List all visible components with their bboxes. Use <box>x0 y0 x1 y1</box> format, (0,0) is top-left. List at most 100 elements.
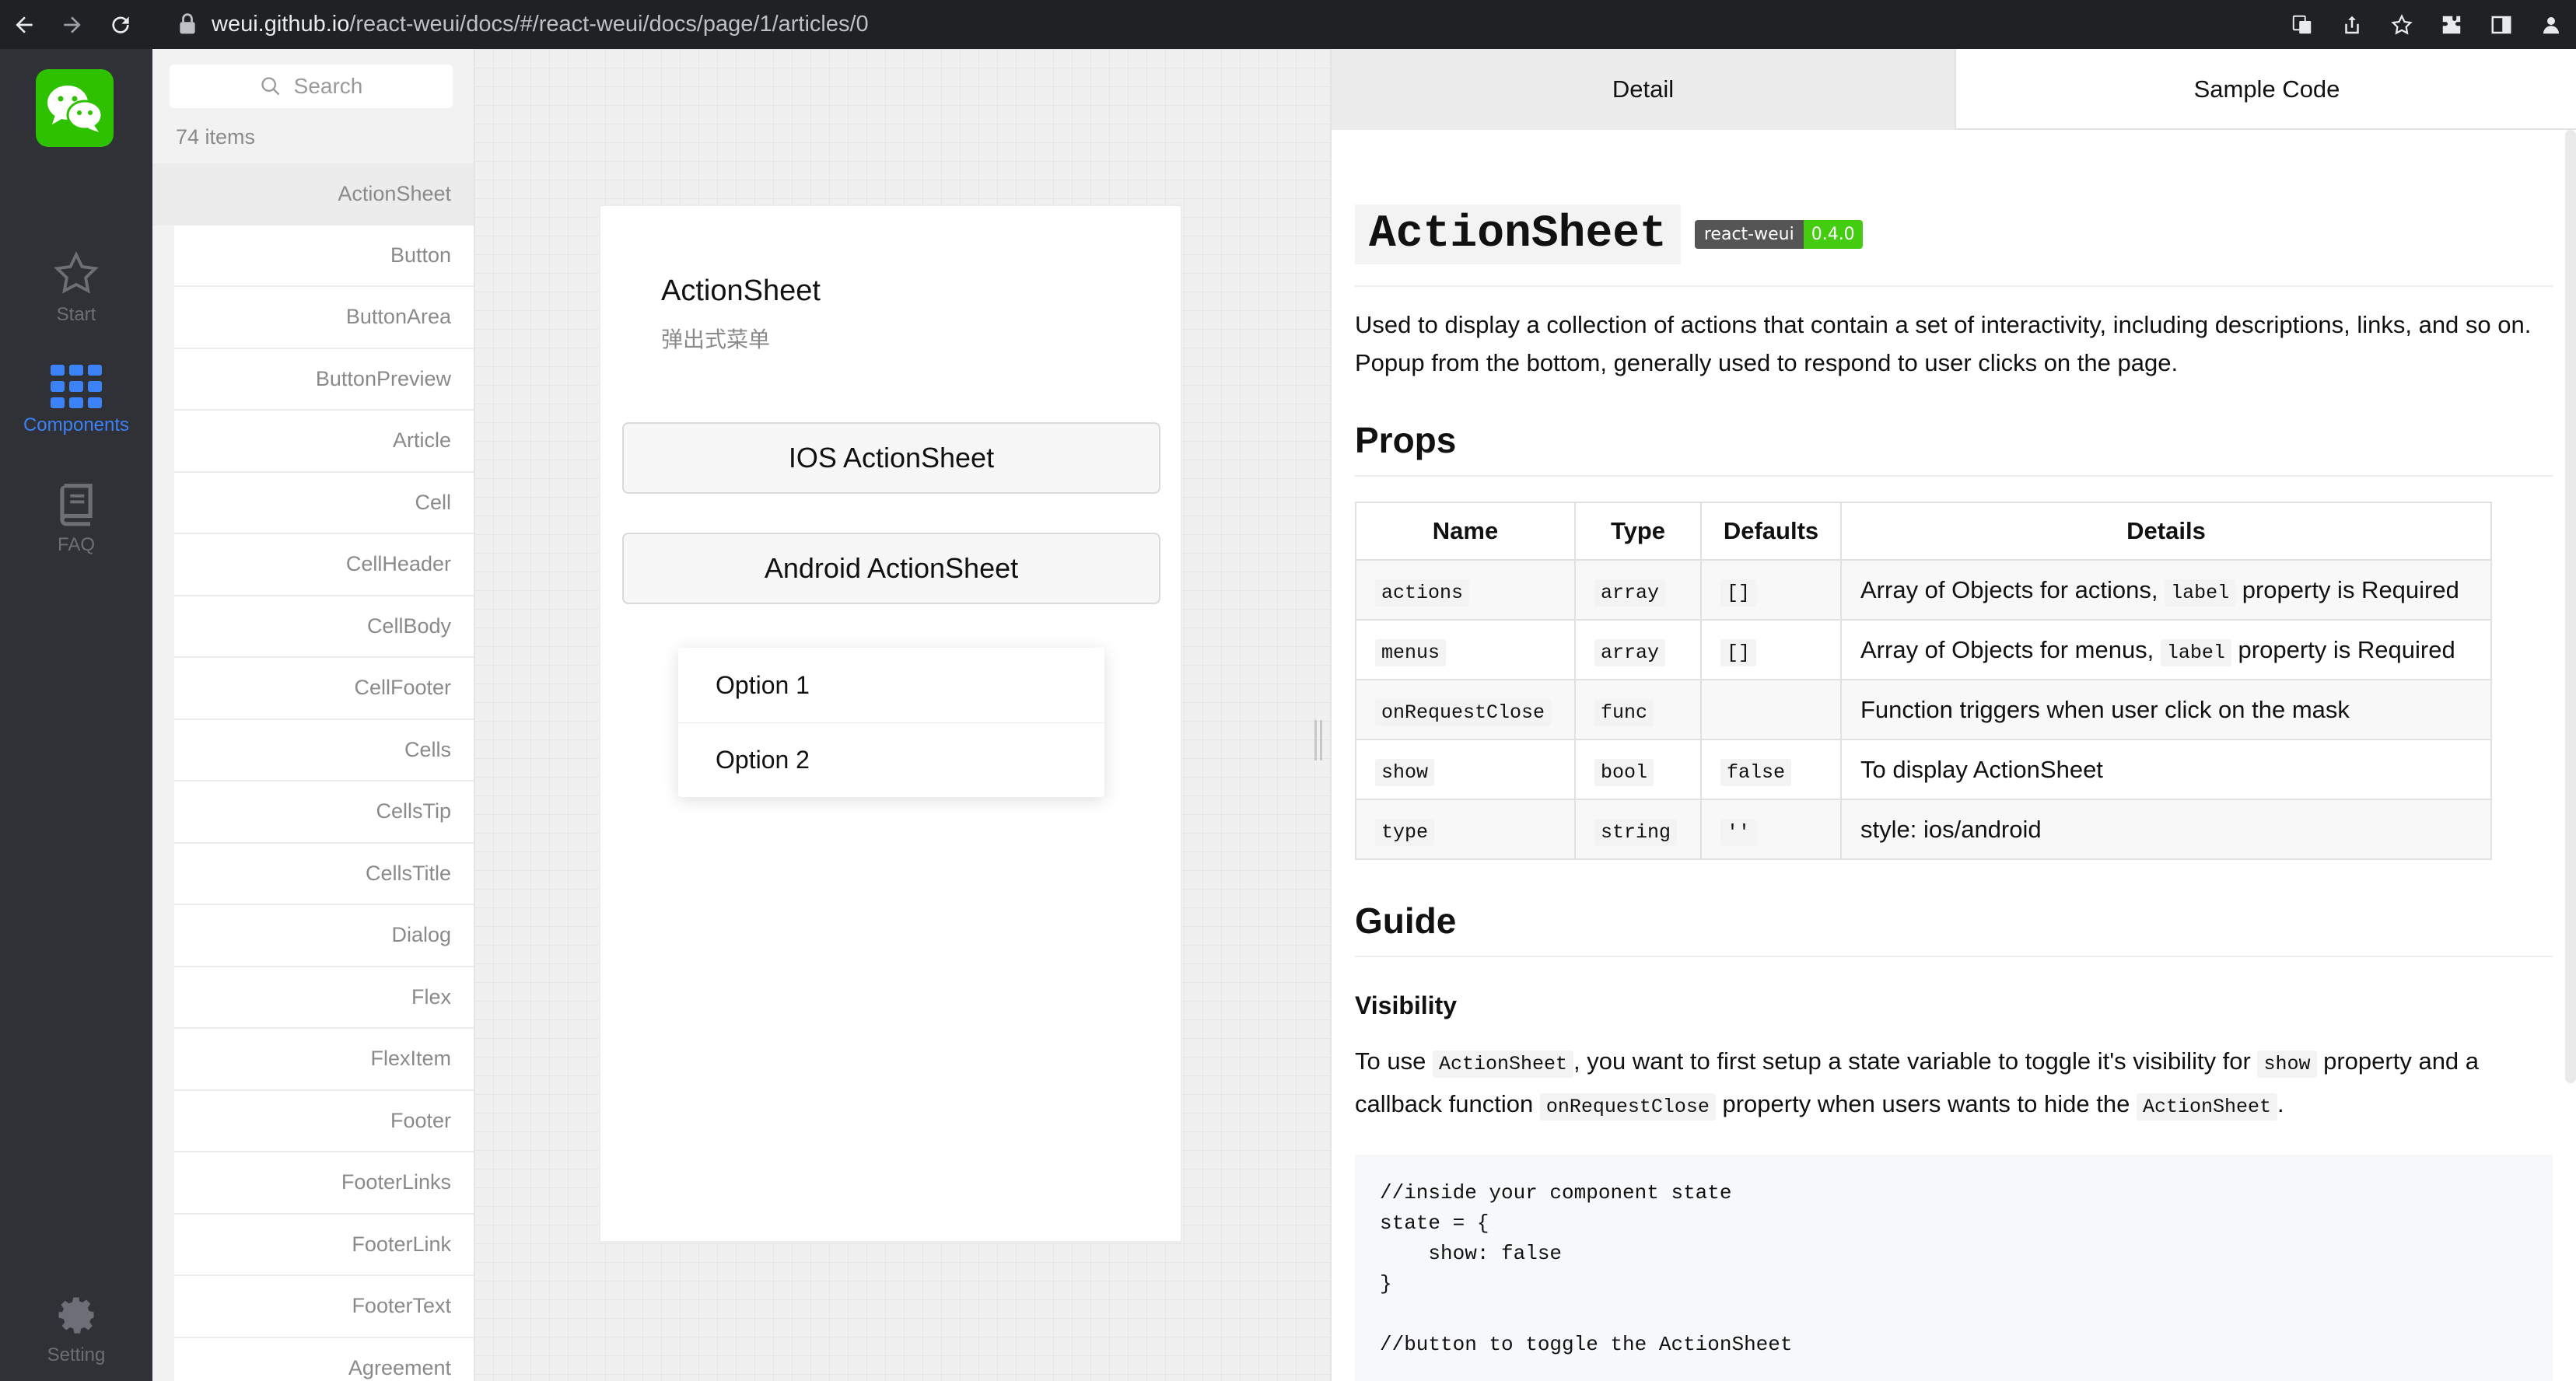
version-badge: react-weui 0.4.0 <box>1694 220 1863 249</box>
visibility-heading: Visibility <box>1355 991 1458 1019</box>
rail-item-setting[interactable]: Setting <box>0 1292 152 1366</box>
docs-tabs: Detail Sample Code <box>1332 49 2576 130</box>
list-item[interactable]: FooterLink <box>174 1214 474 1276</box>
lock-icon <box>180 13 195 34</box>
list-item[interactable]: Footer <box>174 1090 474 1152</box>
prop-type: func <box>1594 698 1654 726</box>
props-table: Name Type Defaults Details actions array… <box>1355 502 2492 860</box>
wechat-logo-icon[interactable] <box>36 69 114 147</box>
rail-item-faq[interactable]: FAQ <box>0 480 152 556</box>
reload-icon[interactable] <box>96 0 145 49</box>
column-header-details: Details <box>1840 502 2492 561</box>
book-icon <box>60 484 93 526</box>
preview-subtitle: 弹出式菜单 <box>661 327 771 351</box>
tab-detail[interactable]: Detail <box>1332 49 1955 130</box>
guide-heading: Guide <box>1355 900 1457 941</box>
rail-label-start: Start <box>56 304 96 325</box>
item-count: 74 items <box>176 125 256 149</box>
forward-icon[interactable] <box>48 0 96 49</box>
prop-type: bool <box>1594 758 1654 786</box>
sidepanel-icon[interactable] <box>2476 0 2526 49</box>
rail-label-components: Components <box>23 414 130 435</box>
prop-name: menus <box>1375 638 1447 666</box>
list-item[interactable]: FooterLinks <box>174 1152 474 1215</box>
browser-toolbar: weui.github.io/react-weui/docs/#/react-w… <box>0 0 2576 49</box>
list-item[interactable]: CellBody <box>174 596 474 658</box>
prop-default: false <box>1720 758 1792 786</box>
list-item[interactable]: Cell <box>174 472 474 534</box>
prop-details: Function triggers when user click on the… <box>1840 679 2492 740</box>
list-item[interactable]: Cells <box>174 719 474 781</box>
list-item[interactable]: FooterText <box>174 1276 474 1338</box>
option-1[interactable]: Option 1 <box>678 648 1104 722</box>
column-header-type: Type <box>1574 502 1702 561</box>
divider <box>1355 956 2553 957</box>
address-bar[interactable]: weui.github.io/react-weui/docs/#/react-w… <box>179 5 869 44</box>
table-row: menus array [] Array of Objects for menu… <box>1355 619 2492 680</box>
prop-type: array <box>1594 638 1666 666</box>
prop-default <box>1700 679 1842 740</box>
search-input[interactable]: Search <box>170 65 453 108</box>
list-item[interactable]: Dialog <box>174 905 474 967</box>
badge-label: react-weui <box>1694 220 1804 249</box>
list-item[interactable]: ActionSheet <box>152 163 474 226</box>
resize-handle[interactable] <box>1314 720 1322 760</box>
url-host: weui.github.io <box>212 11 350 37</box>
prop-default: '' <box>1720 818 1757 846</box>
profile-icon[interactable] <box>2526 0 2576 49</box>
option-2[interactable]: Option 2 <box>678 722 1104 797</box>
column-header-defaults: Defaults <box>1700 502 1842 561</box>
list-item[interactable]: Agreement <box>174 1337 474 1381</box>
prop-details: style: ios/android <box>1840 799 2492 860</box>
rail-item-start[interactable]: Start <box>0 250 152 326</box>
prop-type: array <box>1594 579 1666 607</box>
list-item[interactable]: CellsTitle <box>174 843 474 905</box>
list-item[interactable]: CellsTip <box>174 781 474 844</box>
badge-version: 0.4.0 <box>1803 220 1863 249</box>
rail-label-setting: Setting <box>47 1344 106 1365</box>
prop-default: [] <box>1720 638 1757 666</box>
list-item[interactable]: FlexItem <box>174 1029 474 1091</box>
prop-name: actions <box>1375 579 1470 607</box>
scrollbar[interactable] <box>2565 130 2576 1083</box>
list-item[interactable]: Article <box>174 411 474 473</box>
android-actionsheet-button[interactable]: Android ActionSheet <box>622 533 1160 604</box>
list-item[interactable]: Flex <box>174 967 474 1029</box>
table-row: show bool false To display ActionSheet <box>1355 739 2492 800</box>
list-item[interactable]: CellHeader <box>174 534 474 596</box>
guide-paragraph: To use ActionSheet, you want to first se… <box>1355 1041 2553 1127</box>
code-block: //inside your component state state = { … <box>1355 1155 2553 1381</box>
preview-title: ActionSheet <box>661 274 821 307</box>
app-sidebar: Start Components FAQ Setting <box>0 49 152 1381</box>
share-icon[interactable] <box>2327 0 2377 49</box>
divider <box>1355 475 2553 477</box>
component-list-panel: Search 74 items ActionSheet Button Butto… <box>152 49 474 1381</box>
translate-icon[interactable] <box>2277 0 2327 49</box>
ios-actionsheet-button[interactable]: IOS ActionSheet <box>622 422 1160 494</box>
list-item[interactable]: ButtonArea <box>174 287 474 349</box>
prop-details: To display ActionSheet <box>1840 739 2492 800</box>
phone-preview: ActionSheet 弹出式菜单 IOS ActionSheet Androi… <box>599 205 1182 1243</box>
table-row: actions array [] Array of Objects for ac… <box>1355 559 2492 621</box>
table-row: type string '' style: ios/android <box>1355 799 2492 860</box>
star-icon[interactable] <box>2377 0 2427 49</box>
component-list: ActionSheet Button ButtonArea ButtonPrev… <box>152 163 474 1381</box>
column-header-name: Name <box>1355 502 1576 561</box>
table-row: onRequestClose func Function triggers wh… <box>1355 679 2492 740</box>
extensions-icon[interactable] <box>2427 0 2476 49</box>
rail-item-components[interactable]: Components <box>0 365 152 436</box>
props-heading: Props <box>1355 420 1457 460</box>
prop-details: Array of Objects for actions, label prop… <box>1840 559 2492 621</box>
back-icon[interactable] <box>0 0 48 49</box>
docs-panel: Detail Sample Code ActionSheet react-weu… <box>1330 49 2576 1381</box>
list-item[interactable]: CellFooter <box>174 658 474 720</box>
preview-area: ActionSheet 弹出式菜单 IOS ActionSheet Androi… <box>474 49 1330 1381</box>
list-item[interactable]: Button <box>174 225 474 287</box>
tab-sample-code[interactable]: Sample Code <box>1955 49 2576 130</box>
list-item[interactable]: ButtonPreview <box>174 348 474 411</box>
prop-name: show <box>1375 758 1435 786</box>
grid-icon <box>51 365 102 408</box>
prop-name: type <box>1375 818 1435 846</box>
prop-name: onRequestClose <box>1375 698 1552 726</box>
search-icon <box>261 77 279 96</box>
